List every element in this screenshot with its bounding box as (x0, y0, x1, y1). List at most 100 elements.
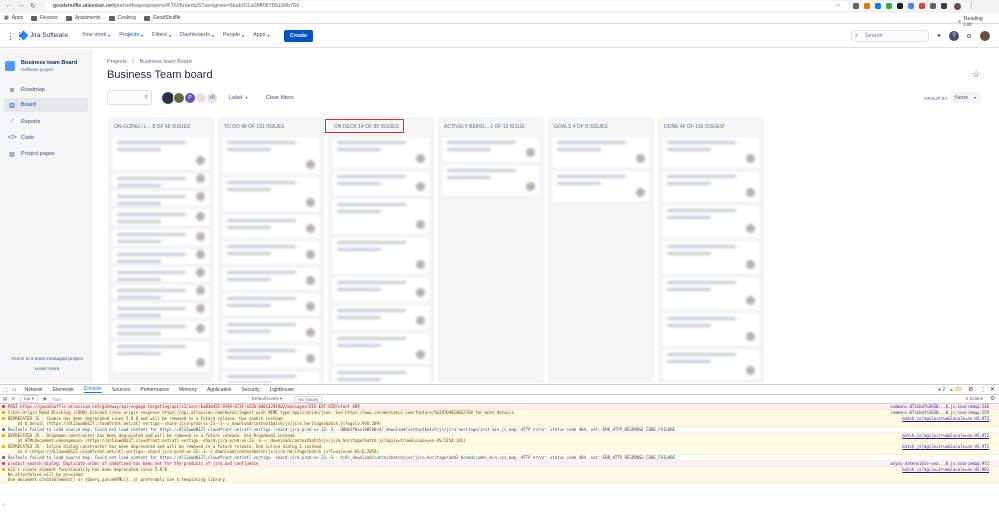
board-search-input[interactable]: ⌕ (107, 90, 152, 105)
tab-lighthouse[interactable]: Lighthouse (270, 387, 294, 393)
create-button[interactable]: Create (284, 30, 314, 42)
group-by-select[interactable]: None ▾ (950, 92, 982, 103)
profile-avatar[interactable] (954, 3, 961, 10)
issue-card[interactable] (662, 313, 760, 346)
close-icon[interactable]: ✕ (990, 386, 995, 393)
learn-more-link[interactable]: Learn more (7, 367, 87, 372)
levels-select[interactable]: Default levels ▾ (252, 396, 283, 402)
tab-security[interactable]: Security (242, 387, 260, 393)
nav-people[interactable]: People ▾ (223, 32, 244, 38)
issue-card[interactable] (332, 333, 430, 364)
log-source-link[interactable]: commons.073cbdfa3930...0.js:sourcemap:25… (890, 410, 989, 415)
issue-card[interactable] (112, 229, 210, 246)
sidebar-item-code[interactable]: </> Code (4, 131, 88, 145)
project-name[interactable]: Business team Board (21, 60, 77, 66)
issue-card[interactable] (662, 277, 760, 310)
more-icon[interactable]: ⋮ (980, 386, 986, 393)
more-assignees-badge[interactable]: +5 (206, 92, 218, 104)
issue-card[interactable] (112, 191, 210, 206)
device-toggle-icon[interactable]: ▭ (12, 387, 17, 393)
extension-icon[interactable] (908, 3, 914, 9)
issue-card[interactable] (332, 277, 430, 302)
star-icon[interactable]: ☆ (836, 1, 841, 11)
context-select[interactable]: top ▾ (20, 395, 38, 403)
nav-filters[interactable]: Filters ▾ (152, 32, 171, 38)
sidebar-item-board[interactable]: ▥ Board (4, 98, 88, 112)
tab-network[interactable]: Network (24, 387, 42, 393)
issue-card[interactable] (332, 367, 430, 383)
issue-card[interactable] (112, 303, 210, 318)
issue-card[interactable] (112, 249, 210, 264)
issue-card[interactable] (662, 205, 760, 238)
sidebar-item-roadmap[interactable]: ≣ Roadmap (4, 83, 88, 97)
issues-button[interactable]: No Issues (294, 395, 323, 403)
column-header[interactable]: DONE 46 OF 156 ISSUES (664, 124, 723, 130)
column-header[interactable]: TO DO 48 OF 191 ISSUES (224, 124, 285, 130)
notifications-icon[interactable]: ● (934, 31, 944, 41)
issue-card[interactable] (662, 349, 760, 380)
issue-card[interactable] (332, 199, 430, 234)
console-prompt[interactable]: › (2, 502, 5, 508)
tab-memory[interactable]: Memory (179, 387, 197, 393)
column-header[interactable]: ACTIVELY BEING... 1 OF 13 ISSUE (444, 124, 525, 130)
console-log-line[interactable]: AJS's create element functionality has b… (0, 467, 999, 483)
breadcrumb-board[interactable]: Business team Board (139, 59, 191, 65)
nav-your-work[interactable]: Your work ▾ (82, 32, 110, 38)
warning-count-badge[interactable]: ▲ 10 (949, 387, 961, 393)
address-bar[interactable]: goodshuffle.atlassian.net/jira/software/… (44, 1, 849, 11)
column-header[interactable]: GOALS 4 OF 8 ISSUES (554, 124, 608, 130)
puzzle-icon[interactable] (941, 3, 947, 9)
extension-icon[interactable] (864, 3, 870, 9)
issue-card[interactable] (332, 305, 430, 330)
nav-apps[interactable]: Apps ▾ (253, 32, 270, 38)
tab-sources[interactable]: Sources (112, 387, 130, 393)
issue-card[interactable] (222, 293, 320, 316)
issue-card[interactable] (662, 137, 760, 168)
more-icon[interactable]: ⋮ (968, 2, 975, 10)
user-avatar[interactable] (980, 31, 990, 41)
reload-icon[interactable]: ↻ (28, 2, 38, 10)
inspect-icon[interactable]: ⬚ (3, 387, 8, 393)
log-source-link[interactable]: batch.js?agile=true&locale=en-US:972 (902, 433, 989, 438)
settings-icon[interactable]: ⚙ (964, 31, 974, 41)
console-log-line[interactable]: DEPRECATED JS - Inline dialog constructo… (0, 444, 999, 455)
issue-card[interactable] (222, 319, 320, 342)
sidebar-toggle-icon[interactable]: ▤ (3, 396, 7, 402)
issue-card[interactable] (112, 267, 210, 282)
extension-icon[interactable] (930, 3, 936, 9)
eye-icon[interactable]: ◉ (43, 396, 47, 402)
console-log-line[interactable]: DEPRECATED JS - Cookie has been deprecat… (0, 416, 999, 427)
console-log-line[interactable]: DEPRECATED JS - Dropdown constructor has… (0, 433, 999, 444)
issue-card[interactable] (112, 209, 210, 226)
issue-card[interactable] (662, 241, 760, 274)
jira-logo[interactable]: Jira Software (18, 30, 68, 41)
issue-card[interactable] (662, 171, 760, 202)
bookmark-apartments[interactable]: Apartments (65, 15, 101, 21)
star-icon[interactable]: ☆ (972, 69, 980, 80)
issue-card[interactable] (552, 171, 650, 202)
issue-card[interactable] (222, 137, 320, 174)
breadcrumb-projects[interactable]: Projects (107, 59, 127, 65)
nav-dashboards[interactable]: Dashboards ▾ (180, 32, 214, 38)
extension-icon[interactable] (875, 3, 881, 9)
issue-card[interactable] (222, 241, 320, 264)
log-source-link[interactable]: batch.js?agile=true&locale=en-US:963 (902, 467, 989, 472)
log-source-link[interactable]: commons.073cbdfa3930...0.js:sourcemap:23… (890, 404, 989, 409)
error-count-badge[interactable]: ● 2 (938, 387, 945, 393)
issue-card[interactable] (332, 171, 430, 196)
extension-icon[interactable] (897, 3, 903, 9)
issue-card[interactable] (222, 177, 320, 212)
tab-console[interactable]: Console (83, 386, 103, 393)
issue-card[interactable] (112, 285, 210, 300)
log-source-link[interactable]: async-extensible-sea...0.js:sourcemap:97… (890, 461, 989, 466)
issue-card[interactable] (112, 137, 210, 170)
issue-card[interactable] (222, 345, 320, 368)
issue-card[interactable] (222, 267, 320, 290)
nav-projects[interactable]: Projects ▾ (119, 32, 143, 38)
column-header[interactable]: ON-GOING / L... 8 OF 68 ISSUES (114, 124, 190, 130)
issue-card[interactable] (552, 137, 650, 168)
console-filter-input[interactable]: Filter (52, 397, 252, 402)
tab-performance[interactable]: Performance (140, 387, 169, 393)
issue-card[interactable] (112, 173, 210, 188)
search-input[interactable]: ⌕ Search (851, 30, 929, 42)
